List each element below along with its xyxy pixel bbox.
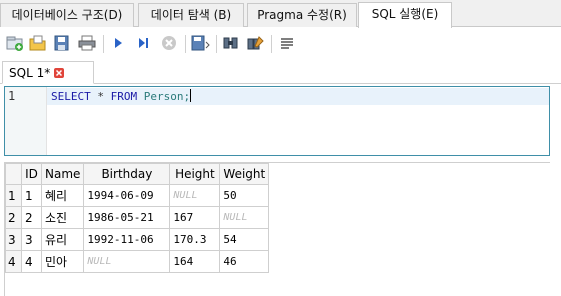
row-number[interactable]: 1 [5, 184, 22, 207]
sql-star: * [90, 90, 111, 103]
cell-name[interactable]: 민아 [40, 250, 85, 273]
cell-id[interactable]: 3 [21, 228, 42, 251]
cell-birthday[interactable]: 1986-05-21 [83, 206, 171, 229]
print-icon[interactable] [76, 32, 98, 54]
column-header-weight[interactable]: Weight [219, 163, 270, 185]
execute-all-icon[interactable] [107, 32, 129, 54]
cell-weight[interactable]: 46 [219, 250, 270, 273]
cell-height[interactable]: NULL [169, 184, 221, 207]
close-icon[interactable] [54, 67, 65, 78]
tab-browse-data[interactable]: 데이터 탐색 (B) [138, 3, 244, 27]
cell-id[interactable]: 4 [21, 250, 42, 273]
tab-edit-pragmas[interactable]: Pragma 수정(R) [247, 3, 357, 27]
toolbar-divider [185, 35, 186, 53]
new-tab-icon[interactable] [4, 32, 26, 54]
row-number[interactable]: 4 [5, 250, 22, 273]
find-replace-icon[interactable] [245, 32, 267, 54]
cell-weight[interactable]: 50 [219, 184, 270, 207]
cell-weight[interactable]: NULL [219, 206, 270, 229]
line-number-gutter: 1 [5, 87, 47, 155]
cell-id[interactable]: 2 [21, 206, 42, 229]
sql-table-name: Person; [137, 90, 191, 103]
cell-height[interactable]: 164 [169, 250, 221, 273]
tab-database-structure[interactable]: 데이터베이스 구조(D) [0, 3, 134, 27]
editor-tab-sql1[interactable]: SQL 1* [2, 61, 94, 84]
table-row[interactable]: 2 2 소진 1986-05-21 167 NULL [5, 206, 270, 229]
line-number: 1 [8, 89, 16, 103]
corner-cell[interactable] [5, 163, 22, 185]
find-icon[interactable] [220, 32, 242, 54]
results-table: ID Name Birthday Height Weight 1 1 혜리 19… [5, 163, 270, 273]
cell-weight[interactable]: 54 [219, 228, 270, 251]
column-header-id[interactable]: ID [21, 163, 42, 185]
table-row[interactable]: 4 4 민아 NULL 164 46 [5, 250, 270, 273]
column-header-name[interactable]: Name [40, 163, 85, 185]
column-header-height[interactable]: Height [169, 163, 221, 185]
cell-id[interactable]: 1 [21, 184, 42, 207]
sql-toolbar [0, 28, 561, 60]
row-number[interactable]: 2 [5, 206, 22, 229]
save-sql-icon[interactable] [51, 32, 73, 54]
toolbar-divider [271, 35, 272, 53]
cell-height[interactable]: 170.3 [169, 228, 221, 251]
comment-icon[interactable] [276, 32, 298, 54]
cell-birthday[interactable]: 1994-06-09 [83, 184, 171, 207]
editor-tab-bar: SQL 1* [0, 60, 561, 84]
sql-keyword-select: SELECT [51, 90, 91, 103]
sql-keyword-from: FROM [110, 90, 138, 103]
open-sql-icon[interactable] [27, 32, 49, 54]
stop-execution-icon[interactable] [158, 32, 180, 54]
cell-name[interactable]: 소진 [40, 206, 85, 229]
sql-code-line[interactable]: SELECT * FROM Person; [51, 89, 192, 103]
toolbar-divider [103, 35, 104, 53]
main-tab-bar: 데이터베이스 구조(D) 데이터 탐색 (B) Pragma 수정(R) SQL… [0, 0, 561, 28]
table-row[interactable]: 3 3 유리 1992-11-06 170.3 54 [5, 228, 270, 251]
column-header-birthday[interactable]: Birthday [83, 163, 171, 185]
cell-birthday[interactable]: NULL [83, 250, 171, 273]
tab-execute-sql[interactable]: SQL 실행(E) [358, 2, 452, 28]
save-results-icon[interactable] [190, 32, 212, 54]
cell-birthday[interactable]: 1992-11-06 [83, 228, 171, 251]
execute-current-line-icon[interactable] [132, 32, 154, 54]
results-grid: ID Name Birthday Height Weight 1 1 혜리 19… [4, 162, 550, 296]
editor-tab-label: SQL 1* [9, 65, 51, 80]
table-row[interactable]: 1 1 혜리 1994-06-09 NULL 50 [5, 184, 270, 207]
toolbar-divider [216, 35, 217, 53]
cell-height[interactable]: 167 [169, 206, 221, 229]
header-row: ID Name Birthday Height Weight [5, 163, 270, 185]
row-number[interactable]: 3 [5, 228, 22, 251]
cell-name[interactable]: 혜리 [40, 184, 85, 207]
sql-editor[interactable]: 1 SELECT * FROM Person; [4, 86, 550, 156]
cell-name[interactable]: 유리 [40, 228, 85, 251]
text-caret [190, 89, 192, 102]
